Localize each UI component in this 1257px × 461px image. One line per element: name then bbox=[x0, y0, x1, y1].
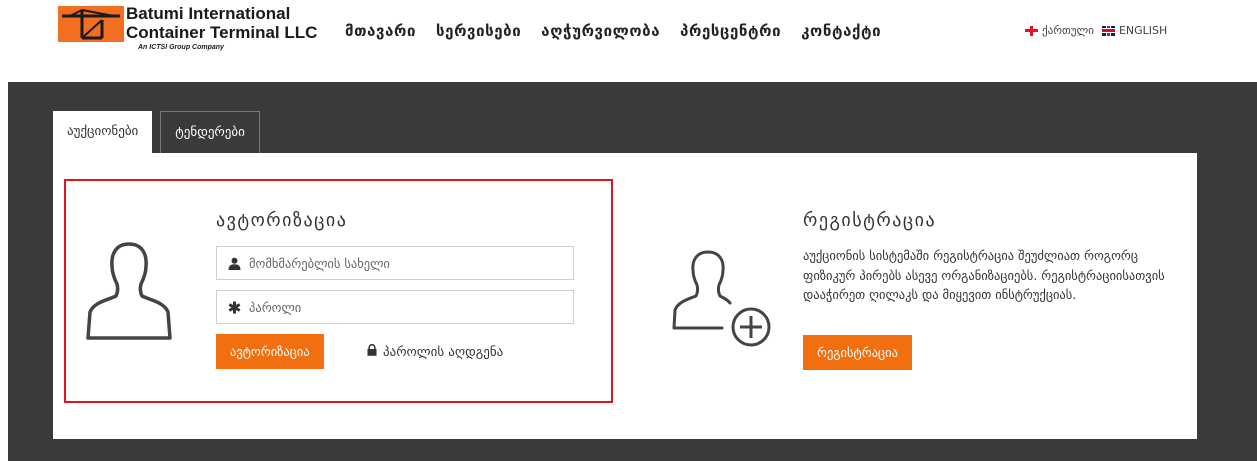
login-title: ავტორიზაცია bbox=[216, 210, 348, 231]
lock-icon bbox=[367, 343, 377, 360]
password-field bbox=[216, 290, 574, 324]
logo-title-line2: Container Terminal LLC bbox=[126, 23, 318, 42]
georgia-flag-icon bbox=[1025, 25, 1038, 36]
password-reset-link[interactable]: პაროლის აღდგენა bbox=[367, 343, 504, 360]
register-description: აუქციონის სისტემაში რეგისტრაცია შეუძლიათ… bbox=[803, 248, 1165, 302]
language-switcher: ქართული ENGLISH bbox=[1025, 24, 1171, 37]
auction-tabs: აუქციონები ტენდერები bbox=[53, 111, 260, 154]
main-nav: მთავარი სერვისები აღჭურვილობა პრესცენტრი… bbox=[345, 22, 881, 40]
register-title: რეგისტრაცია bbox=[803, 210, 937, 231]
lang-english-link[interactable]: ENGLISH bbox=[1101, 24, 1168, 37]
company-logo[interactable]: Batumi International Container Terminal … bbox=[58, 4, 317, 64]
nav-item-press-center[interactable]: პრესცენტრი bbox=[680, 22, 781, 40]
logo-tagline: An ICTSI Group Company bbox=[138, 44, 224, 51]
nav-item-services[interactable]: სერვისები bbox=[436, 22, 521, 40]
site-header: Batumi International Container Terminal … bbox=[0, 0, 1257, 82]
nav-item-equipment[interactable]: აღჭურვილობა bbox=[541, 22, 660, 40]
login-button[interactable]: ავტორიზაცია bbox=[216, 334, 324, 369]
password-input[interactable] bbox=[249, 299, 549, 315]
lang-english-label: ENGLISH bbox=[1118, 24, 1168, 37]
add-user-icon bbox=[672, 250, 771, 347]
crane-logo-icon bbox=[58, 6, 124, 42]
lang-georgian-link[interactable]: ქართული bbox=[1025, 24, 1094, 37]
nav-item-home[interactable]: მთავარი bbox=[345, 22, 416, 40]
nav-item-contact[interactable]: კონტაქტი bbox=[801, 22, 881, 40]
username-input[interactable] bbox=[249, 255, 549, 271]
asterisk-icon bbox=[227, 300, 241, 314]
user-small-icon bbox=[227, 256, 241, 270]
lang-georgian-label: ქართული bbox=[1042, 24, 1094, 37]
password-reset-label: პაროლის აღდგენა bbox=[383, 344, 504, 360]
username-field bbox=[216, 246, 574, 280]
tab-tenders[interactable]: ტენდერები bbox=[160, 111, 260, 153]
user-icon bbox=[86, 242, 172, 340]
uk-flag-icon bbox=[1101, 25, 1115, 36]
register-button[interactable]: რეგისტრაცია bbox=[803, 335, 912, 370]
logo-title-line1: Batumi International bbox=[126, 4, 291, 23]
tab-auctions[interactable]: აუქციონები bbox=[53, 111, 153, 154]
